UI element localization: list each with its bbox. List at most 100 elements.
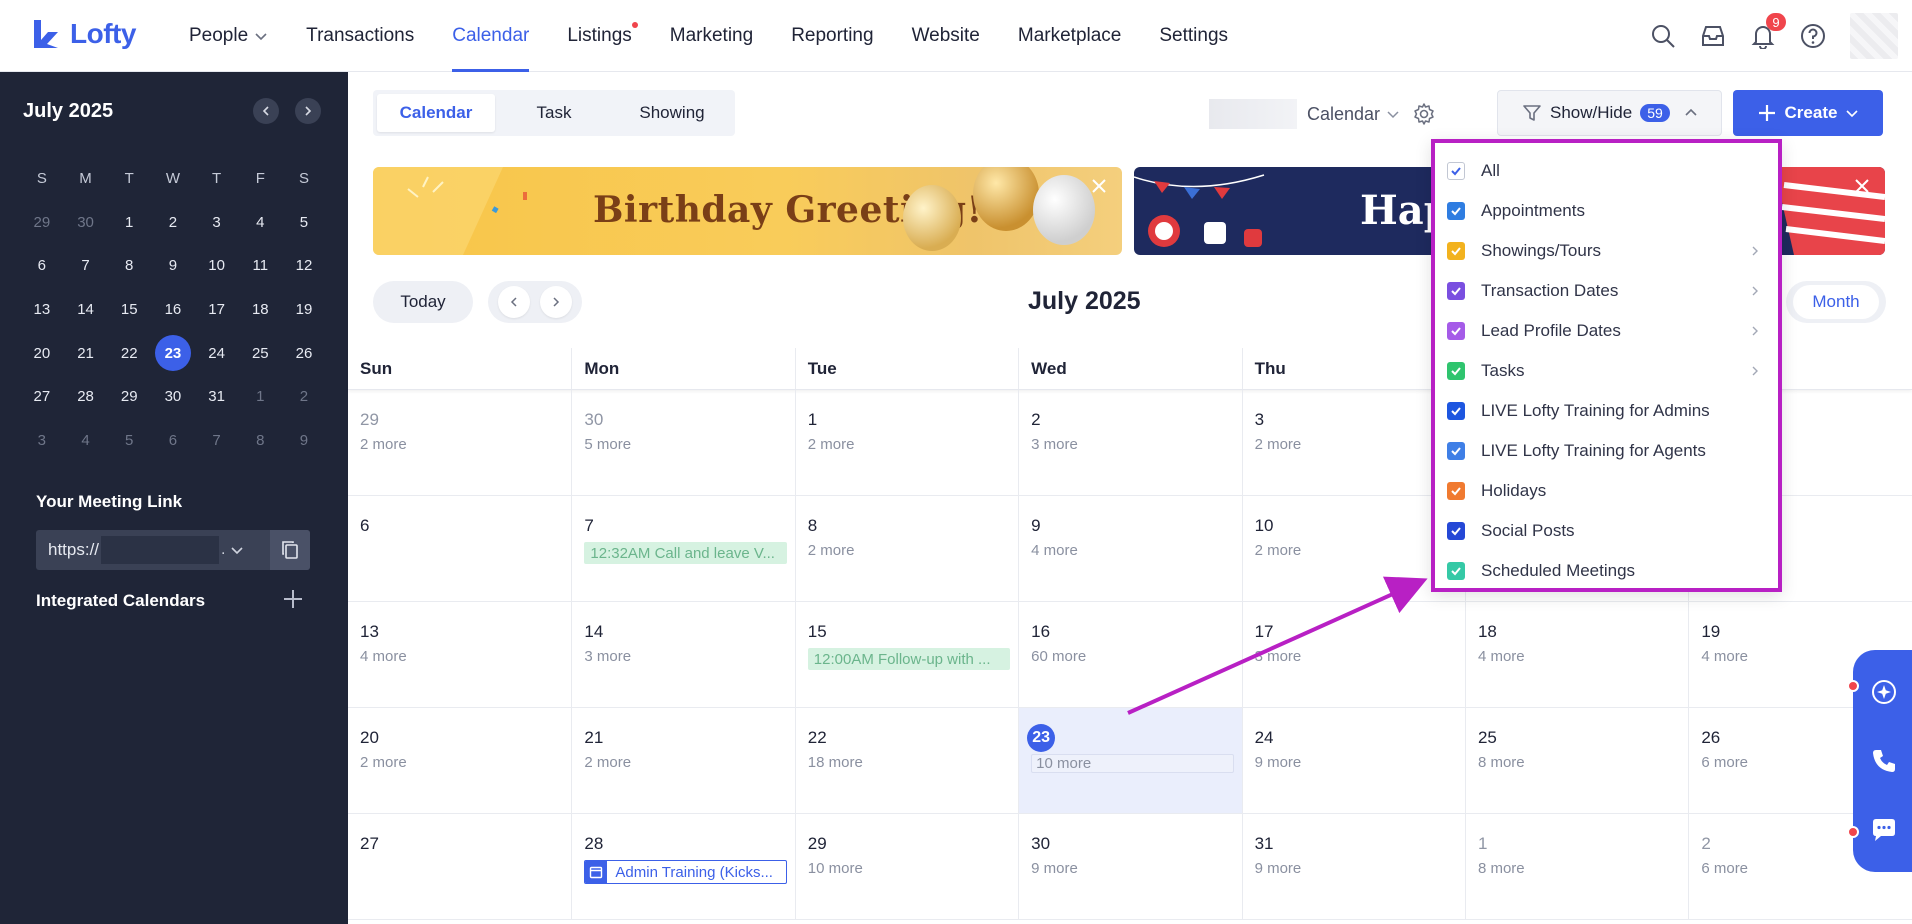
mini-day[interactable]: 18: [238, 301, 282, 318]
show-hide-item[interactable]: Lead Profile Dates: [1435, 311, 1778, 351]
mini-day[interactable]: 7: [64, 257, 108, 274]
mini-day[interactable]: 4: [64, 432, 108, 449]
mini-day[interactable]: 4: [238, 214, 282, 231]
mini-day[interactable]: 1: [238, 388, 282, 405]
mini-next-month-button[interactable]: [295, 98, 321, 124]
mini-day[interactable]: 2: [282, 388, 326, 405]
more-events-link[interactable]: 10 more: [808, 860, 1018, 877]
inbox-icon[interactable]: [1700, 23, 1726, 49]
day-cell[interactable]: 31 9 more: [1241, 814, 1465, 919]
mini-day[interactable]: 5: [107, 432, 151, 449]
day-cell[interactable]: 1 2 more: [794, 390, 1018, 495]
mini-day[interactable]: 29: [20, 214, 64, 231]
checkbox-checked-icon[interactable]: [1447, 362, 1465, 380]
more-events-link[interactable]: 2 more: [360, 436, 571, 453]
more-events-link[interactable]: 4 more: [360, 648, 571, 665]
mini-day[interactable]: 16: [151, 301, 195, 318]
day-cell[interactable]: 16 60 more: [1018, 602, 1241, 707]
tab-calendar[interactable]: Calendar: [377, 94, 495, 132]
day-cell[interactable]: 24 9 more: [1241, 708, 1465, 813]
tab-showing[interactable]: Showing: [613, 94, 731, 132]
day-cell[interactable]: 25 8 more: [1464, 708, 1688, 813]
more-events-link[interactable]: 2 more: [808, 436, 1018, 453]
mini-prev-month-button[interactable]: [253, 98, 279, 124]
mini-day[interactable]: 20: [20, 345, 64, 362]
view-month-option[interactable]: Month: [1793, 285, 1879, 319]
more-events-link[interactable]: 4 more: [1478, 648, 1688, 665]
day-cell[interactable]: 13 4 more: [348, 602, 571, 707]
day-cell[interactable]: 28 Admin Training (Kicks...: [571, 814, 794, 919]
checkbox-checked-icon[interactable]: [1447, 322, 1465, 340]
day-cell[interactable]: 30 9 more: [1018, 814, 1241, 919]
mini-day[interactable]: 22: [107, 345, 151, 362]
more-events-link[interactable]: 3 more: [1255, 648, 1465, 665]
mini-day[interactable]: 8: [238, 432, 282, 449]
mini-day[interactable]: 23: [151, 335, 195, 372]
mini-day[interactable]: 17: [195, 301, 239, 318]
mini-day[interactable]: 25: [238, 345, 282, 362]
chat-icon[interactable]: [1870, 816, 1898, 844]
checkbox-checked-icon[interactable]: [1447, 242, 1465, 260]
mini-day[interactable]: 2: [151, 214, 195, 231]
nav-website[interactable]: Website: [893, 0, 999, 72]
calendar-event[interactable]: 12:32AM Call and leave V...: [584, 542, 787, 564]
day-cell[interactable]: 14 3 more: [571, 602, 794, 707]
show-hide-item[interactable]: LIVE Lofty Training for Admins: [1435, 391, 1778, 431]
show-hide-item[interactable]: Scheduled Meetings: [1435, 551, 1778, 591]
mini-day[interactable]: 26: [282, 345, 326, 362]
mini-day[interactable]: 7: [195, 432, 239, 449]
day-cell[interactable]: 21 2 more: [571, 708, 794, 813]
checkbox-checked-icon[interactable]: [1447, 562, 1465, 580]
lofty-logo[interactable]: Lofty: [30, 16, 136, 52]
chevron-down-icon[interactable]: [229, 542, 245, 558]
show-hide-button[interactable]: Show/Hide 59: [1497, 90, 1722, 136]
search-icon[interactable]: [1650, 23, 1676, 49]
nav-reporting[interactable]: Reporting: [772, 0, 892, 72]
day-cell[interactable]: 18 4 more: [1464, 602, 1688, 707]
add-calendar-icon[interactable]: [282, 588, 304, 610]
day-cell[interactable]: 6: [348, 496, 571, 601]
day-cell[interactable]: 22 18 more: [794, 708, 1018, 813]
more-events-link[interactable]: 5 more: [584, 436, 794, 453]
day-cell[interactable]: 2 3 more: [1018, 390, 1241, 495]
checkbox-checked-icon[interactable]: [1447, 442, 1465, 460]
mini-day[interactable]: 3: [195, 214, 239, 231]
show-hide-item[interactable]: Transaction Dates: [1435, 271, 1778, 311]
calendar-event[interactable]: 12:00AM Follow-up with ...: [807, 648, 1011, 670]
mini-day[interactable]: 29: [107, 388, 151, 405]
more-events-link[interactable]: 9 more: [1255, 754, 1465, 771]
more-events-link[interactable]: 9 more: [1255, 860, 1465, 877]
checkbox-checked-icon[interactable]: [1447, 282, 1465, 300]
close-icon[interactable]: [1851, 175, 1873, 197]
next-month-button[interactable]: [540, 286, 572, 318]
mini-day[interactable]: 6: [151, 432, 195, 449]
mini-day[interactable]: 5: [282, 214, 326, 231]
mini-day[interactable]: 10: [195, 257, 239, 274]
help-icon[interactable]: [1800, 23, 1826, 49]
today-button[interactable]: Today: [373, 281, 473, 323]
mini-day[interactable]: 6: [20, 257, 64, 274]
view-switcher[interactable]: Month: [1786, 281, 1886, 323]
show-hide-item[interactable]: Social Posts: [1435, 511, 1778, 551]
checkbox-checked-icon[interactable]: [1447, 402, 1465, 420]
checkbox-checked-icon[interactable]: [1447, 162, 1465, 180]
more-events-link[interactable]: 18 more: [808, 754, 1018, 771]
day-cell[interactable]: 9 4 more: [1018, 496, 1241, 601]
more-events-link[interactable]: 3 more: [584, 648, 794, 665]
nav-settings[interactable]: Settings: [1140, 0, 1247, 72]
more-events-link[interactable]: 8 more: [1478, 860, 1688, 877]
day-cell[interactable]: 27: [348, 814, 571, 919]
mini-day[interactable]: 28: [64, 388, 108, 405]
tab-task[interactable]: Task: [495, 94, 613, 132]
day-cell[interactable]: 7 12:32AM Call and leave V...: [571, 496, 794, 601]
meeting-link-field[interactable]: https:// .: [36, 530, 310, 570]
day-cell[interactable]: 30 5 more: [571, 390, 794, 495]
more-events-link[interactable]: 9 more: [1031, 860, 1241, 877]
show-hide-item[interactable]: LIVE Lofty Training for Agents: [1435, 431, 1778, 471]
more-events-link[interactable]: 3 more: [1031, 436, 1241, 453]
more-events-link[interactable]: 8 more: [1478, 754, 1688, 771]
nav-listings[interactable]: Listings: [548, 0, 650, 72]
mini-day[interactable]: 8: [107, 257, 151, 274]
bell-icon[interactable]: 9: [1750, 13, 1786, 49]
mini-day[interactable]: 19: [282, 301, 326, 318]
